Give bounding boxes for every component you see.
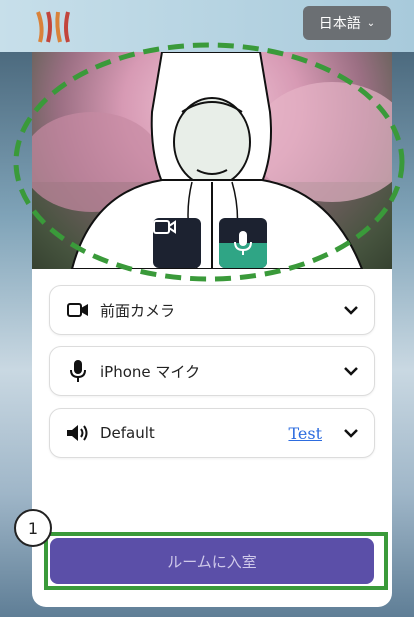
chevron-down-icon: ⌄ bbox=[366, 17, 376, 29]
camera-select-label: 前面カメラ bbox=[100, 301, 176, 320]
speaker-test-link[interactable]: Test bbox=[288, 424, 322, 443]
chevron-down-icon bbox=[344, 303, 358, 317]
microphone-select[interactable]: iPhone マイク bbox=[49, 346, 375, 396]
language-selector[interactable]: 日本語 ⌄ bbox=[303, 6, 391, 40]
video-camera-icon bbox=[66, 298, 90, 322]
speaker-select[interactable]: Default Test bbox=[49, 408, 375, 458]
annotation-step-badge: 1 bbox=[14, 509, 52, 547]
speaker-select-label: Default bbox=[100, 424, 155, 442]
chevron-down-icon bbox=[344, 426, 358, 440]
chevron-down-icon bbox=[344, 364, 358, 378]
speaker-icon bbox=[66, 421, 90, 445]
camera-select[interactable]: 前面カメラ bbox=[49, 285, 375, 335]
microphone-select-label: iPhone マイク bbox=[100, 362, 201, 381]
annotation-dashed-oval bbox=[13, 42, 405, 282]
annotation-step-number: 1 bbox=[27, 518, 39, 538]
language-label: 日本語 bbox=[318, 16, 361, 32]
annotation-highlight-box bbox=[44, 532, 388, 590]
microphone-icon bbox=[66, 359, 90, 383]
